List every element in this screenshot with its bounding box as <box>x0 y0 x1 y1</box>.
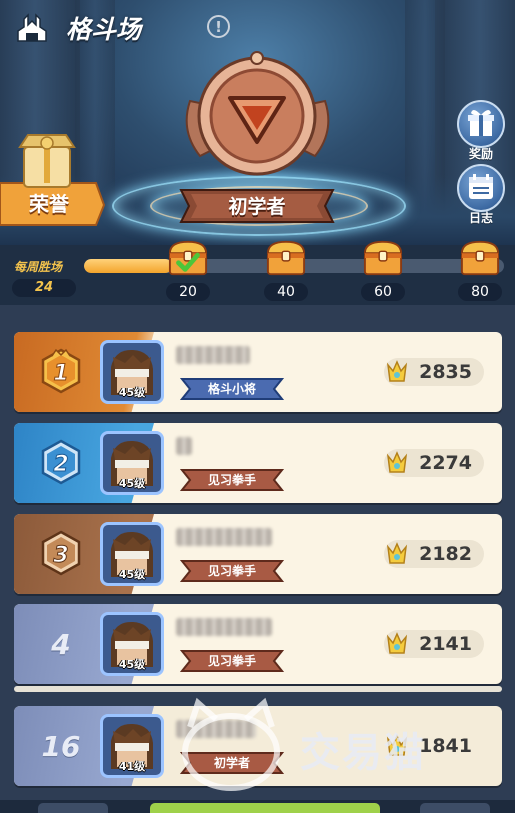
weekly-progress-fill <box>84 259 173 273</box>
crown-icon <box>386 451 408 473</box>
list-divider <box>14 686 502 692</box>
rank-number: 4 <box>51 628 71 661</box>
current-rank-label: 初学者 <box>228 196 286 218</box>
score-value: 2141 <box>419 633 472 655</box>
player-name-blurred <box>176 618 272 636</box>
ranking-row-4[interactable]: 4 45级 见习拳手 2141 <box>14 604 502 684</box>
svg-text:3: 3 <box>53 543 68 568</box>
gift-icon <box>468 109 494 136</box>
player-avatar[interactable]: 45级 <box>100 340 164 404</box>
honor-label: 荣誉 <box>29 192 69 216</box>
calendar-icon <box>469 174 493 199</box>
rank-2-medal-icon: 2 <box>41 439 81 485</box>
weekly-wins-value: 24 <box>34 280 54 295</box>
player-avatar[interactable]: 45级 <box>100 431 164 495</box>
info-icon[interactable]: ! <box>207 15 230 38</box>
svg-text:2: 2 <box>53 452 68 477</box>
reward-label: 奖励 <box>468 147 493 161</box>
rank-number: 16 <box>41 730 81 763</box>
title-badge-text: 见习拳手 <box>207 564 256 578</box>
reward-chest-icon[interactable] <box>361 238 405 278</box>
weekly-wins-panel <box>0 245 515 305</box>
log-button[interactable] <box>457 164 505 212</box>
watermark-text: 交易猫 <box>300 730 426 776</box>
title-badge-text: 见习拳手 <box>207 654 256 668</box>
player-avatar[interactable]: 45级 <box>100 612 164 676</box>
log-label: 日志 <box>468 211 493 225</box>
ranking-row-3[interactable]: 3 45级 见习拳手 2182 <box>14 514 502 594</box>
svg-text:1: 1 <box>53 361 68 386</box>
arena-icon <box>17 13 47 42</box>
reward-chest-icon[interactable] <box>264 238 308 278</box>
reward-button[interactable] <box>457 100 505 148</box>
crown-icon <box>386 632 408 654</box>
score-value: 2835 <box>419 361 472 383</box>
player-name-blurred <box>176 346 250 364</box>
ranking-row-1[interactable]: 1 45级 格斗小将 2835 <box>14 332 502 412</box>
milestone-value: 80 <box>458 283 502 301</box>
reward-chest-icon[interactable] <box>458 238 502 278</box>
crown-icon <box>386 360 408 382</box>
score-value: 1841 <box>419 735 472 757</box>
crown-icon <box>386 542 408 564</box>
player-name-blurred <box>176 528 272 546</box>
milestone-value: 40 <box>264 283 308 301</box>
milestone-value: 60 <box>361 283 405 301</box>
rank-3-medal-icon: 3 <box>41 530 81 576</box>
score-value: 2182 <box>419 543 472 565</box>
rank-1-medal-icon: 1 <box>41 348 81 394</box>
rank-emblem-icon <box>185 51 330 176</box>
watermark-cat-icon <box>182 697 280 791</box>
milestone-value: 20 <box>166 283 210 301</box>
player-avatar[interactable]: 45级 <box>100 522 164 586</box>
player-name-blurred <box>176 437 192 455</box>
score-value: 2274 <box>419 452 472 474</box>
page-title: 格斗场 <box>66 15 142 44</box>
player-avatar[interactable]: 41级 <box>100 714 164 778</box>
title-badge-text: 格斗小将 <box>207 382 256 396</box>
bottom-tab-left[interactable] <box>38 803 108 813</box>
bottom-tab-right[interactable] <box>420 803 490 813</box>
reward-chest-icon[interactable] <box>166 238 210 278</box>
weekly-wins-label: 每周胜场 <box>14 260 63 274</box>
bottom-action-button[interactable] <box>150 803 380 813</box>
title-badge-text: 见习拳手 <box>207 473 256 487</box>
ranking-row-2[interactable]: 2 45级 见习拳手 2274 <box>14 423 502 503</box>
